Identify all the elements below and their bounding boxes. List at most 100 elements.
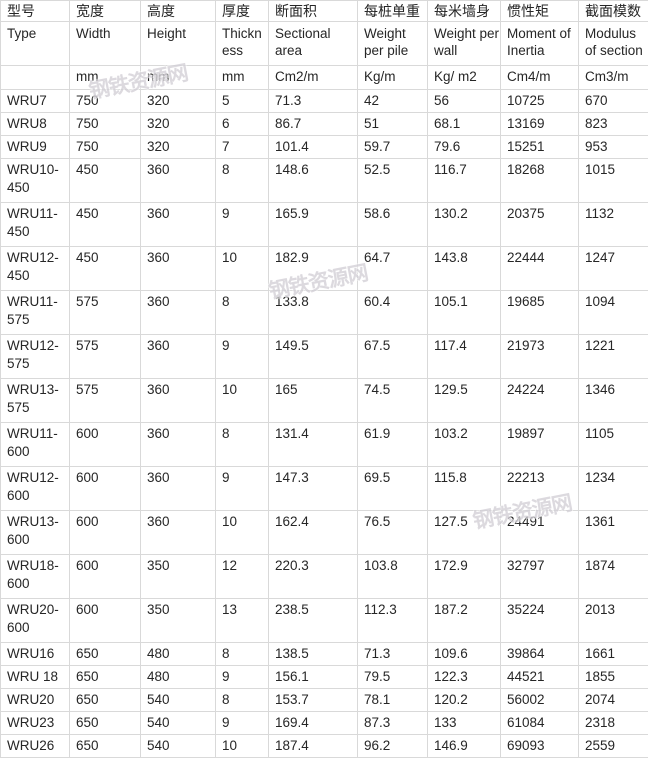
col-header-cn-modulus-of-section: 截面模数 (579, 1, 648, 22)
header-row-chinese: 型号 宽度 高度 厚度 断面积 每桩单重 每米墙身 惯性矩 截面模数 (1, 1, 648, 22)
table-row: WRU12-6006003609147.369.5115.8222131234 (1, 467, 648, 511)
cell-weight-per-pile: 67.5 (358, 335, 428, 379)
cell-sectional-area: 148.6 (269, 159, 358, 203)
cell-width: 650 (70, 643, 141, 666)
cell-weight-per-pile: 64.7 (358, 247, 428, 291)
cell-weight-per-wall: 187.2 (428, 599, 501, 643)
cell-thickness: 9 (216, 467, 269, 511)
cell-modulus-of-section: 1661 (579, 643, 648, 666)
cell-type: WRU11-575 (1, 291, 70, 335)
cell-sectional-area: 138.5 (269, 643, 358, 666)
cell-modulus-of-section: 1221 (579, 335, 648, 379)
cell-width: 750 (70, 90, 141, 113)
cell-moment-of-inertia: 10725 (501, 90, 579, 113)
cell-moment-of-inertia: 22213 (501, 467, 579, 511)
cell-weight-per-wall: 122.3 (428, 666, 501, 689)
cell-height: 360 (141, 159, 216, 203)
cell-modulus-of-section: 1015 (579, 159, 648, 203)
cell-moment-of-inertia: 39864 (501, 643, 579, 666)
cell-modulus-of-section: 953 (579, 136, 648, 159)
cell-thickness: 8 (216, 423, 269, 467)
table-row: WRU12-45045036010182.964.7143.8224441247 (1, 247, 648, 291)
cell-thickness: 12 (216, 555, 269, 599)
cell-width: 600 (70, 511, 141, 555)
cell-moment-of-inertia: 19897 (501, 423, 579, 467)
cell-weight-per-pile: 51 (358, 113, 428, 136)
cell-height: 360 (141, 379, 216, 423)
cell-thickness: 9 (216, 712, 269, 735)
cell-weight-per-pile: 103.8 (358, 555, 428, 599)
cell-width: 650 (70, 712, 141, 735)
header-row-units: mm mm mm Cm2/m Kg/m Kg/ m2 Cm4/m Cm3/m (1, 66, 648, 90)
cell-moment-of-inertia: 44521 (501, 666, 579, 689)
cell-type: WRU11-600 (1, 423, 70, 467)
cell-width: 750 (70, 136, 141, 159)
cell-weight-per-wall: 79.6 (428, 136, 501, 159)
col-header-cn-weight-per-pile: 每桩单重 (358, 1, 428, 22)
cell-thickness: 6 (216, 113, 269, 136)
cell-weight-per-pile: 74.5 (358, 379, 428, 423)
col-header-en-width: Width (70, 22, 141, 66)
cell-sectional-area: 165 (269, 379, 358, 423)
col-unit-modulus-of-section: Cm3/m (579, 66, 648, 90)
cell-thickness: 9 (216, 666, 269, 689)
cell-weight-per-wall: 146.9 (428, 735, 501, 758)
cell-sectional-area: 165.9 (269, 203, 358, 247)
cell-thickness: 10 (216, 735, 269, 758)
col-unit-moment-of-inertia: Cm4/m (501, 66, 579, 90)
cell-height: 320 (141, 136, 216, 159)
cell-width: 450 (70, 247, 141, 291)
cell-width: 600 (70, 555, 141, 599)
cell-moment-of-inertia: 61084 (501, 712, 579, 735)
cell-moment-of-inertia: 21973 (501, 335, 579, 379)
cell-type: WRU13-600 (1, 511, 70, 555)
cell-weight-per-pile: 42 (358, 90, 428, 113)
cell-sectional-area: 133.8 (269, 291, 358, 335)
cell-sectional-area: 220.3 (269, 555, 358, 599)
table-row: WRU10-4504503608148.652.5116.7182681015 (1, 159, 648, 203)
cell-sectional-area: 101.4 (269, 136, 358, 159)
cell-sectional-area: 153.7 (269, 689, 358, 712)
cell-type: WRU8 (1, 113, 70, 136)
cell-weight-per-pile: 58.6 (358, 203, 428, 247)
table-row: WRU12-5755753609149.567.5117.4219731221 (1, 335, 648, 379)
cell-type: WRU7 (1, 90, 70, 113)
steel-sheet-pile-spec-table: 型号 宽度 高度 厚度 断面积 每桩单重 每米墙身 惯性矩 截面模数 Type … (0, 0, 648, 758)
col-header-cn-width: 宽度 (70, 1, 141, 22)
cell-moment-of-inertia: 24224 (501, 379, 579, 423)
cell-thickness: 10 (216, 379, 269, 423)
cell-modulus-of-section: 1132 (579, 203, 648, 247)
cell-moment-of-inertia: 24491 (501, 511, 579, 555)
cell-modulus-of-section: 1361 (579, 511, 648, 555)
cell-sectional-area: 147.3 (269, 467, 358, 511)
cell-modulus-of-section: 1094 (579, 291, 648, 335)
col-header-en-weight-per-pile: Weight per pile (358, 22, 428, 66)
table-row: WRU11-5755753608133.860.4105.1196851094 (1, 291, 648, 335)
cell-width: 650 (70, 666, 141, 689)
col-unit-weight-per-wall: Kg/ m2 (428, 66, 501, 90)
col-header-en-height: Height (141, 22, 216, 66)
cell-type: WRU10-450 (1, 159, 70, 203)
cell-sectional-area: 71.3 (269, 90, 358, 113)
table-row: WRU18-60060035012220.3103.8172.932797187… (1, 555, 648, 599)
cell-height: 480 (141, 643, 216, 666)
col-header-en-weight-per-wall: Weight per wall (428, 22, 501, 66)
cell-weight-per-wall: 109.6 (428, 643, 501, 666)
cell-weight-per-pile: 60.4 (358, 291, 428, 335)
cell-weight-per-pile: 71.3 (358, 643, 428, 666)
cell-width: 575 (70, 335, 141, 379)
col-header-en-modulus-of-section: Modulus of section (579, 22, 648, 66)
cell-moment-of-inertia: 19685 (501, 291, 579, 335)
cell-moment-of-inertia: 18268 (501, 159, 579, 203)
cell-sectional-area: 169.4 (269, 712, 358, 735)
cell-moment-of-inertia: 20375 (501, 203, 579, 247)
cell-weight-per-wall: 133 (428, 712, 501, 735)
table-row: WRU166504808138.571.3109.6398641661 (1, 643, 648, 666)
cell-moment-of-inertia: 22444 (501, 247, 579, 291)
cell-height: 540 (141, 712, 216, 735)
cell-height: 480 (141, 666, 216, 689)
cell-weight-per-pile: 52.5 (358, 159, 428, 203)
col-header-cn-height: 高度 (141, 1, 216, 22)
col-header-cn-sectional-area: 断面积 (269, 1, 358, 22)
table-row: WRU236505409169.487.3133610842318 (1, 712, 648, 735)
